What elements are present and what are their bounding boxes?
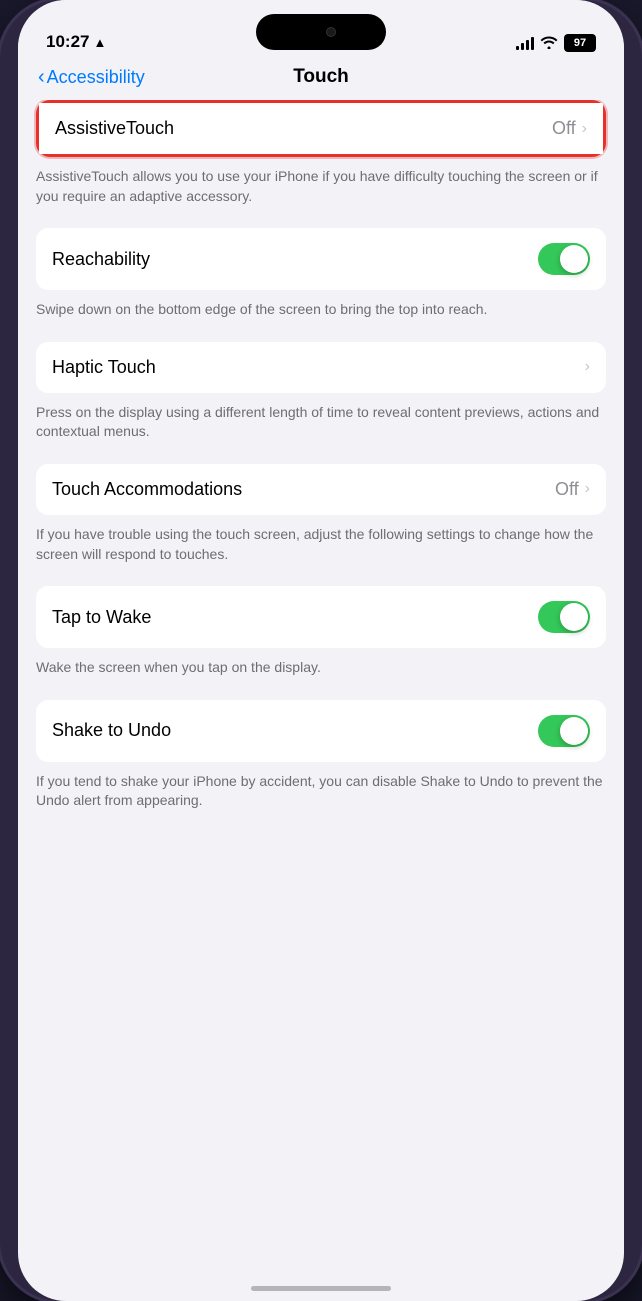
- touch-accommodations-value: Off: [555, 479, 579, 500]
- phone-frame: 10:27 ▲ 97: [0, 0, 642, 1301]
- reachability-label: Reachability: [52, 249, 150, 270]
- home-indicator: [251, 1286, 391, 1291]
- location-icon: ▲: [93, 35, 106, 50]
- haptic-touch-card[interactable]: Haptic Touch ›: [36, 342, 606, 393]
- battery-level: 97: [574, 37, 586, 49]
- back-button[interactable]: ‹ Accessibility: [38, 67, 145, 88]
- shake-to-undo-description: If you tend to shake your iPhone by acci…: [36, 770, 606, 823]
- signal-icon: [516, 36, 534, 50]
- dynamic-island: [256, 14, 386, 50]
- haptic-touch-chevron-icon: ›: [585, 358, 590, 376]
- assistivetouch-chevron-icon: ›: [582, 120, 587, 138]
- assistivetouch-description: AssistiveTouch allows you to use your iP…: [36, 165, 606, 218]
- assistivetouch-value: Off: [552, 118, 576, 139]
- touch-accommodations-row[interactable]: Touch Accommodations Off ›: [36, 464, 606, 515]
- toggle-knob-3: [560, 717, 588, 745]
- touch-accommodations-card[interactable]: Touch Accommodations Off ›: [36, 464, 606, 515]
- reachability-description: Swipe down on the bottom edge of the scr…: [36, 298, 606, 332]
- shake-to-undo-label: Shake to Undo: [52, 720, 171, 741]
- camera-dot: [326, 27, 336, 37]
- back-chevron-icon: ‹: [38, 67, 45, 87]
- shake-to-undo-toggle[interactable]: [538, 715, 590, 747]
- assistivetouch-label: AssistiveTouch: [55, 118, 174, 139]
- shake-to-undo-row[interactable]: Shake to Undo: [36, 700, 606, 762]
- nav-header: ‹ Accessibility Touch: [18, 58, 624, 100]
- haptic-touch-description: Press on the display using a different l…: [36, 401, 606, 454]
- status-time: 10:27 ▲: [46, 32, 106, 52]
- phone-screen: 10:27 ▲ 97: [18, 0, 624, 1301]
- assistivetouch-card[interactable]: AssistiveTouch Off ›: [36, 100, 606, 157]
- page-title: Touch: [293, 66, 349, 88]
- haptic-touch-row[interactable]: Haptic Touch ›: [36, 342, 606, 393]
- reachability-toggle[interactable]: [538, 243, 590, 275]
- tap-to-wake-row[interactable]: Tap to Wake: [36, 586, 606, 648]
- toggle-knob: [560, 245, 588, 273]
- tap-to-wake-toggle[interactable]: [538, 601, 590, 633]
- wifi-icon: [540, 35, 558, 52]
- tap-to-wake-card[interactable]: Tap to Wake: [36, 586, 606, 648]
- touch-accommodations-chevron-icon: ›: [585, 480, 590, 498]
- haptic-touch-label: Haptic Touch: [52, 357, 156, 378]
- toggle-knob-2: [560, 603, 588, 631]
- tap-to-wake-description: Wake the screen when you tap on the disp…: [36, 656, 606, 690]
- shake-to-undo-card[interactable]: Shake to Undo: [36, 700, 606, 762]
- reachability-card[interactable]: Reachability: [36, 228, 606, 290]
- status-icons: 97: [516, 34, 596, 52]
- back-label: Accessibility: [47, 67, 145, 88]
- assistivetouch-row[interactable]: AssistiveTouch Off ›: [39, 103, 603, 154]
- touch-accommodations-label: Touch Accommodations: [52, 479, 242, 500]
- tap-to-wake-label: Tap to Wake: [52, 607, 151, 628]
- time-display: 10:27: [46, 32, 89, 52]
- assistivetouch-right: Off ›: [552, 118, 587, 139]
- touch-accommodations-description: If you have trouble using the touch scre…: [36, 523, 606, 576]
- battery-icon: 97: [564, 34, 596, 52]
- haptic-touch-right: ›: [585, 358, 590, 376]
- settings-content: AssistiveTouch Off › AssistiveTouch allo…: [18, 100, 624, 1286]
- reachability-row[interactable]: Reachability: [36, 228, 606, 290]
- touch-accommodations-right: Off ›: [555, 479, 590, 500]
